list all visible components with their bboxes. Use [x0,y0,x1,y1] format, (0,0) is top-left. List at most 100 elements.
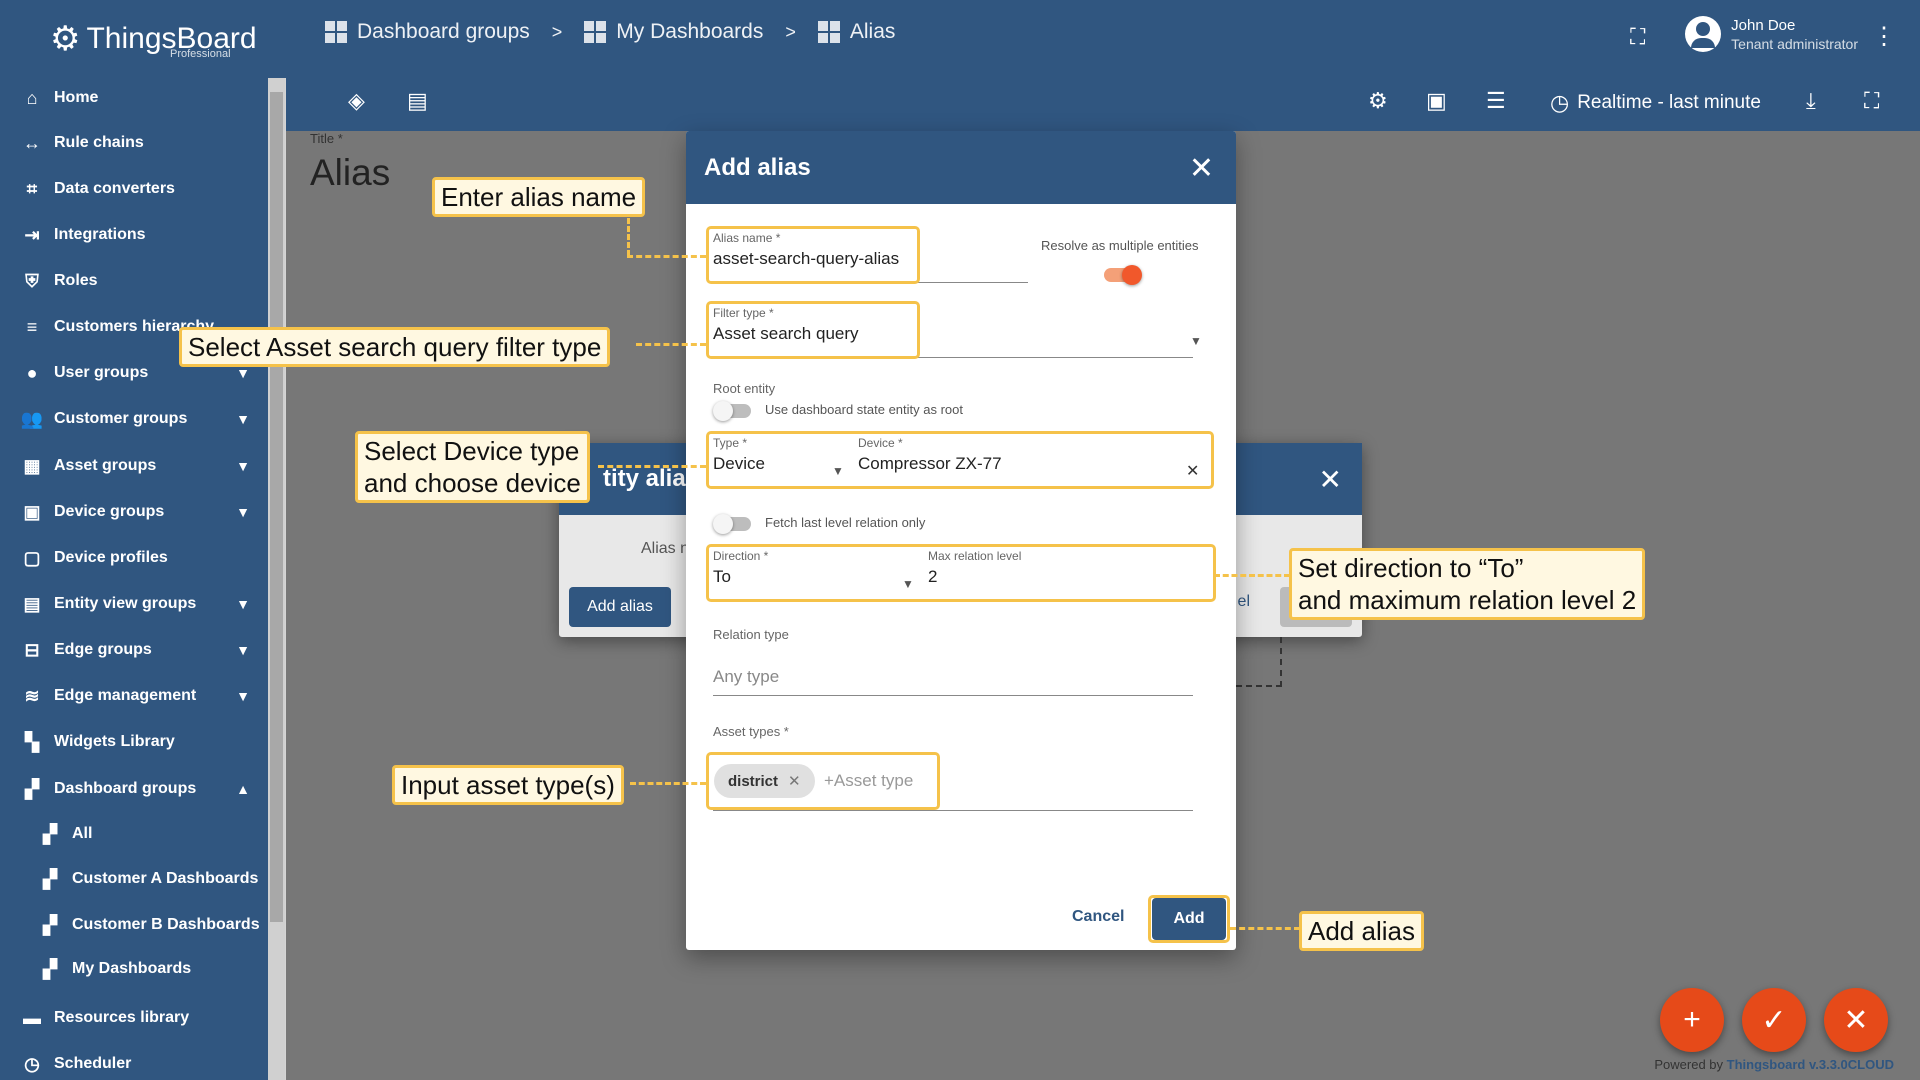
settings-icon[interactable]: ⚙ [1368,88,1388,114]
sidebar-item-edge-groups[interactable]: ⊟ Edge groups ▼ [0,630,268,670]
callout-connector [630,782,706,785]
clock-icon: ◷ [1550,90,1570,115]
dashboard-icon: ▞ [43,823,57,844]
device-profile-icon: ▢ [23,547,41,568]
avatar [1685,16,1722,52]
layers-icon[interactable]: ◈ [348,88,365,114]
callout-connector [636,343,706,346]
dashboard-icon: ▞ [25,778,39,799]
dashboard-icon [325,21,347,43]
layout-icon[interactable]: ▤ [407,88,428,114]
callout-filter-type: Select Asset search query filter type [179,327,611,367]
logo-edition: Professional [170,48,231,60]
breadcrumb-alias: Alias [817,20,895,44]
cancel-button[interactable]: el [1238,593,1250,611]
building-icon: ▦ [23,455,41,476]
dashboard-icon: ▞ [43,868,57,889]
router-icon: ⊟ [24,639,40,660]
dashboard-icon: ▞ [43,958,57,979]
powered-by-link[interactable]: Thingsboard v.3.3.0CLOUD [1727,1057,1894,1072]
dropdown-arrow-icon[interactable]: ▼ [1190,334,1202,348]
sidebar-item-widgets-library[interactable]: ▚ Widgets Library [0,722,268,762]
sidebar-item-customer-a-dashboards[interactable]: ▞ Customer A Dashboards [0,859,268,899]
logo[interactable]: ⚙ ThingsBoard Professional [0,0,285,78]
add-widget-fab[interactable]: + [1660,988,1724,1052]
sidebar-item-edge-management[interactable]: ≋ Edge management ▼ [0,676,268,716]
relation-type-input[interactable]: Any type [713,667,779,687]
highlight-add [1148,895,1230,943]
sidebar-item-entity-view-groups[interactable]: ▤ Entity view groups ▼ [0,584,268,624]
relation-type-label: Relation type [713,627,789,642]
fullscreen-icon[interactable]: ⛶ [1864,88,1879,114]
integration-icon: ⇥ [24,224,40,245]
dialog-title: Add alias [686,131,1236,204]
asset-types-label: Asset types * [713,724,789,739]
dashboard-icon [584,21,607,43]
chevron-up-icon: ▲ [236,781,250,797]
close-icon[interactable]: ✕ [1319,463,1342,496]
more-vert-icon[interactable]: ⋮ [1872,22,1896,51]
underline [713,810,1193,811]
add-alias-button[interactable]: Add alias [569,587,671,627]
sidebar-item-device-groups[interactable]: ▣ Device groups ▼ [0,492,268,532]
highlight-device [706,431,1214,489]
resolve-multiple-toggle[interactable] [1104,265,1142,285]
highlight-asset-types [706,752,940,810]
breadcrumb-my-dashboards[interactable]: My Dashboards [584,20,763,44]
sidebar-item-home[interactable]: ⌂ Home [0,78,268,118]
callout-asset-types: Input asset type(s) [392,765,624,805]
check-icon: ✓ [1761,1003,1787,1037]
sidebar-item-scheduler[interactable]: ◷ Scheduler [0,1044,268,1080]
widgets-icon: ▚ [25,731,39,752]
close-icon[interactable]: ✕ [1189,151,1214,186]
sidebar-item-resources-library[interactable]: ▬ Resources library [0,998,268,1038]
root-entity-label: Root entity [713,381,776,396]
sidebar-item-my-dashboards[interactable]: ▞ My Dashboards [0,949,268,989]
sidebar-scrollbar-thumb[interactable] [270,92,283,922]
sidebar-item-asset-groups[interactable]: ▦ Asset groups ▼ [0,446,268,486]
shield-icon: ⛨ [25,270,39,291]
sidebar-item-rule-chains[interactable]: ↔ Rule chains [0,123,268,163]
group-icon: 👥 [20,408,44,429]
chevron-down-icon: ▼ [236,504,250,520]
devices-icon[interactable]: ▣ [1426,88,1447,114]
callout-connector [598,465,706,468]
apply-changes-fab[interactable]: ✓ [1742,988,1806,1052]
filter-icon[interactable]: ☰ [1486,88,1506,114]
sidebar-item-dashboard-groups[interactable]: ▞ Dashboard groups ▲ [0,769,268,809]
timewindow-selector[interactable]: ◷ Realtime - last minute [1550,90,1761,116]
download-icon[interactable]: ⤓ [1806,88,1816,114]
sidebar-item-device-profiles[interactable]: ▢ Device profiles [0,538,268,578]
dashed-outline [1236,637,1282,687]
fullscreen-icon[interactable]: ⛶ [1630,24,1645,50]
resolve-multiple-label: Resolve as multiple entities [1041,238,1199,253]
fetch-last-level-toggle[interactable] [713,514,751,534]
chevron-down-icon: ▼ [236,596,250,612]
sidebar-item-data-converters[interactable]: ⌗ Data converters [0,169,268,209]
chevron-down-icon: ▼ [236,411,250,427]
home-icon: ⌂ [26,87,38,108]
sidebar-item-customer-b-dashboards[interactable]: ▞ Customer B Dashboards [0,905,268,945]
close-icon: ✕ [1843,1003,1869,1037]
sidebar-item-integrations[interactable]: ⇥ Integrations [0,215,268,255]
view-icon: ▤ [23,593,41,614]
callout-add-alias: Add alias [1299,911,1424,951]
folder-icon: ▬ [23,1007,41,1028]
cancel-button[interactable]: Cancel [1072,908,1124,926]
sidebar-item-roles[interactable]: ⛨ Roles [0,261,268,301]
highlight-alias-name [706,226,920,284]
breadcrumb-dashboard-groups[interactable]: Dashboard groups [325,20,530,44]
chevron-down-icon: ▼ [236,688,250,704]
callout-connector [1230,927,1300,930]
sidebar-item-customer-groups[interactable]: 👥 Customer groups ▼ [0,399,268,439]
callout-direction: Set direction to “To” and maximum relati… [1289,548,1646,620]
sidebar-item-all[interactable]: ▞ All [0,814,268,854]
highlight-direction [706,544,1216,602]
wifi-icon: ≋ [24,685,40,706]
plus-icon: + [1683,1003,1701,1036]
logo-gear-icon: ⚙ [50,20,81,58]
converter-icon: ⌗ [26,178,38,199]
discard-changes-fab[interactable]: ✕ [1824,988,1888,1052]
use-state-entity-toggle[interactable] [713,401,751,421]
user-menu[interactable]: John Doe Tenant administrator [1685,16,1858,52]
